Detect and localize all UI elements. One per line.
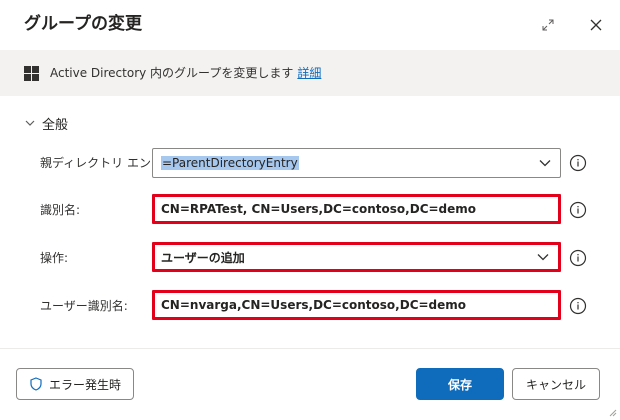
expand-button[interactable]: [536, 13, 560, 37]
user-distinguished-name-info-icon[interactable]: [569, 297, 587, 315]
section-label: 全般: [42, 117, 69, 133]
on-error-label: エラー発生時: [48, 377, 121, 392]
distinguished-name-input[interactable]: CN=RPATest, CN=Users,DC=contoso,DC=demo: [152, 194, 561, 224]
operation-value: ユーザーの追加: [161, 250, 245, 265]
parent-entry-value: =ParentDirectoryEntry: [161, 156, 299, 170]
distinguished-name-value: CN=RPATest, CN=Users,DC=contoso,DC=demo: [161, 202, 477, 216]
user-distinguished-name-value: CN=nvarga,CN=Users,DC=contoso,DC=demo: [161, 298, 467, 312]
parent-entry-dropdown[interactable]: =ParentDirectoryEntry: [152, 148, 561, 178]
footer-divider: [0, 348, 620, 349]
on-error-button[interactable]: エラー発生時: [16, 368, 134, 400]
info-text: Active Directory 内のグループを変更します 詳細: [50, 64, 321, 82]
chevron-down-icon: [25, 120, 35, 126]
info-banner: Active Directory 内のグループを変更します 詳細: [0, 50, 620, 96]
edit-group-dialog: グループの変更 Active Directory 内のグループを変更します 詳細 …: [0, 0, 620, 420]
operation-dropdown[interactable]: ユーザーの追加: [152, 242, 561, 272]
section-general-toggle[interactable]: 全般: [24, 113, 68, 133]
chevron-down-icon: [539, 160, 551, 167]
details-link[interactable]: 詳細: [297, 66, 321, 80]
windows-icon: [24, 66, 39, 81]
operation-label: 操作:: [40, 251, 69, 265]
shield-icon: [30, 377, 42, 391]
cancel-button[interactable]: キャンセル: [512, 368, 600, 400]
resize-grip-icon[interactable]: [607, 407, 617, 417]
user-distinguished-name-label: ユーザー識別名:: [40, 299, 128, 313]
user-distinguished-name-input[interactable]: CN=nvarga,CN=Users,DC=contoso,DC=demo: [152, 290, 561, 320]
chevron-down-icon: [537, 254, 549, 261]
dialog-header: グループの変更: [0, 0, 620, 50]
dialog-title: グループの変更: [24, 14, 142, 34]
parent-entry-info-icon[interactable]: [569, 154, 587, 172]
close-button[interactable]: [584, 13, 608, 37]
expand-icon: [542, 19, 554, 31]
distinguished-name-label: 識別名:: [40, 203, 81, 217]
info-description: Active Directory 内のグループを変更します: [50, 66, 294, 80]
operation-info-icon[interactable]: [569, 249, 587, 267]
close-icon: [590, 19, 602, 31]
distinguished-name-info-icon[interactable]: [569, 201, 587, 219]
save-button[interactable]: 保存: [416, 368, 504, 400]
